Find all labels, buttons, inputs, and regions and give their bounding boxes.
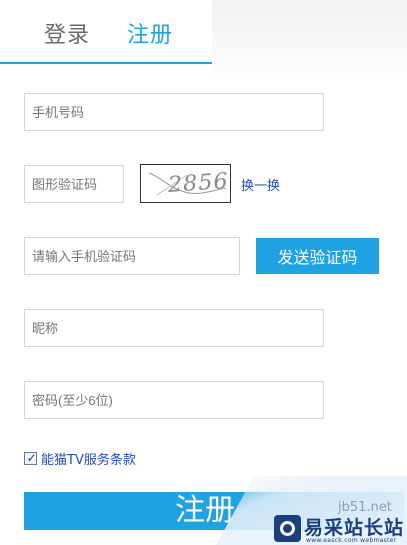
corner-backdrop (212, 0, 407, 80)
password-input[interactable] (24, 381, 324, 419)
captcha-input[interactable] (24, 165, 124, 203)
watermark-tagline: www.easck.com webmaster (306, 537, 397, 544)
terms-agreement: ✓ 能猫TV服务条款 (24, 449, 136, 468)
terms-link[interactable]: 能猫TV服务条款 (41, 449, 136, 468)
checkmark-icon: ✓ (26, 451, 37, 465)
captcha-refresh-link[interactable]: 换一换 (241, 175, 280, 194)
tab-register[interactable]: 注册 (127, 17, 173, 49)
terms-checkbox[interactable]: ✓ (24, 451, 37, 465)
watermark-logo-icon (274, 515, 301, 542)
nickname-input[interactable] (24, 309, 324, 347)
tab-login[interactable]: 登录 (44, 17, 90, 49)
captcha-text: 2856 (165, 168, 231, 199)
phone-input[interactable] (24, 93, 324, 131)
watermark-brand: 易采站长站 (304, 517, 405, 539)
auth-tabs: 登录 注册 (0, 0, 212, 64)
active-tab-underline (0, 62, 212, 64)
watermark: jb51.net 易采站长站 www.easck.com webmaster (216, 476, 407, 545)
sms-code-input[interactable] (24, 237, 240, 275)
send-code-button[interactable]: 发送验证码 (256, 238, 379, 274)
captcha-image[interactable]: 2856 (140, 164, 231, 203)
